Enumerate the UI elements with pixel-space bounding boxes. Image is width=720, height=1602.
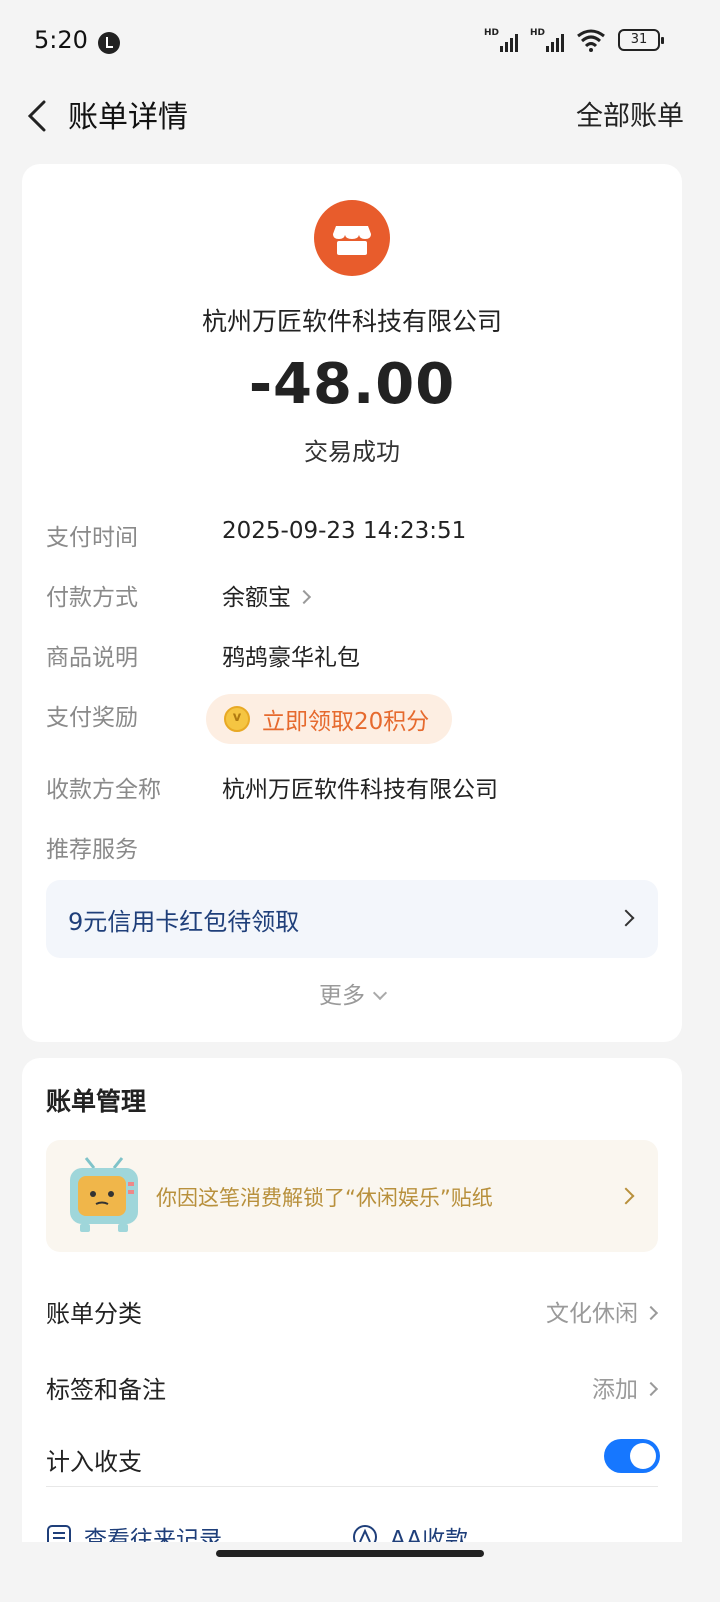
pay-time-label: 支付时间 [46, 525, 138, 551]
claim-points-button[interactable]: 立即领取20积分 [206, 694, 452, 744]
category-label: 账单分类 [46, 1300, 142, 1328]
pay-method-label: 付款方式 [46, 585, 138, 611]
bill-detail-card: 杭州万匠软件科技有限公司 -48.00 交易成功 支付时间 2025-09-23… [22, 164, 682, 1042]
category-selector[interactable]: 文化休闲 [546, 1294, 659, 1328]
category-value: 文化休闲 [546, 1301, 638, 1327]
pay-method-link[interactable]: 余额宝 [222, 578, 312, 612]
top-nav: 账单详情 全部账单 [0, 86, 720, 148]
divider [46, 1486, 658, 1487]
wifi-icon [577, 29, 605, 52]
chevron-right-icon [296, 589, 312, 604]
battery-icon: 31 [618, 29, 664, 51]
count-in-toggle[interactable] [604, 1439, 660, 1473]
claim-points-label: 立即领取20积分 [262, 709, 430, 735]
add-tags-button[interactable]: 添加 [592, 1370, 659, 1404]
coin-icon [224, 706, 250, 732]
count-in-label: 计入收支 [46, 1448, 142, 1476]
chevron-right-icon [643, 1381, 659, 1396]
payee-label: 收款方全称 [46, 777, 161, 803]
chevron-right-icon [643, 1305, 659, 1320]
more-label: 更多 [319, 983, 365, 1009]
payee-value: 杭州万匠软件科技有限公司 [222, 777, 498, 803]
section-title: 账单管理 [46, 1087, 147, 1116]
transaction-amount: -48.00 [248, 352, 456, 417]
recommend-label: 推荐服务 [46, 837, 138, 863]
notification-icon [98, 32, 120, 54]
signal-icon-2: HD [530, 28, 564, 52]
sticker-unlock-banner[interactable]: 你因这笔消费解锁了“休闲娱乐”贴纸 [46, 1140, 658, 1252]
tv-sticker-icon [70, 1157, 138, 1232]
back-arrow-icon[interactable] [22, 94, 58, 138]
credit-card-promo[interactable]: 9元信用卡红包待领取 [46, 880, 658, 958]
status-time: 5:20 [34, 26, 88, 54]
pay-time-value: 2025-09-23 14:23:51 [222, 518, 467, 544]
page-title: 账单详情 [68, 100, 188, 135]
tags-label: 标签和备注 [46, 1376, 166, 1404]
home-indicator[interactable] [216, 1550, 484, 1557]
status-bar: 5:20 HD HD 31 [0, 0, 720, 86]
merchant-logo-icon [314, 200, 390, 276]
sticker-message: 你因这笔消费解锁了“休闲娱乐”贴纸 [156, 1186, 493, 1210]
chevron-right-icon [617, 909, 635, 927]
pay-method-value: 余额宝 [222, 585, 291, 611]
chevron-down-icon [372, 985, 388, 1001]
merchant-name: 杭州万匠软件科技有限公司 [201, 307, 502, 336]
add-tags-value: 添加 [592, 1377, 638, 1403]
signal-icon: HD [484, 28, 518, 52]
more-button[interactable]: 更多 [22, 976, 682, 1010]
transaction-status: 交易成功 [304, 438, 400, 466]
item-desc-label: 商品说明 [46, 645, 138, 671]
chevron-right-icon [617, 1187, 635, 1205]
bill-management-card: 账单管理 你因这笔消费解锁了“休闲娱乐”贴纸 账单分类 文化休闲 标签和备注 添… [22, 1058, 682, 1578]
all-bills-link[interactable]: 全部账单 [576, 94, 684, 133]
status-icons: HD HD 31 [484, 28, 664, 52]
item-desc-value: 鸦鸪豪华礼包 [222, 645, 360, 671]
promo-text: 9元信用卡红包待领取 [68, 908, 300, 936]
reward-label: 支付奖励 [46, 705, 138, 731]
